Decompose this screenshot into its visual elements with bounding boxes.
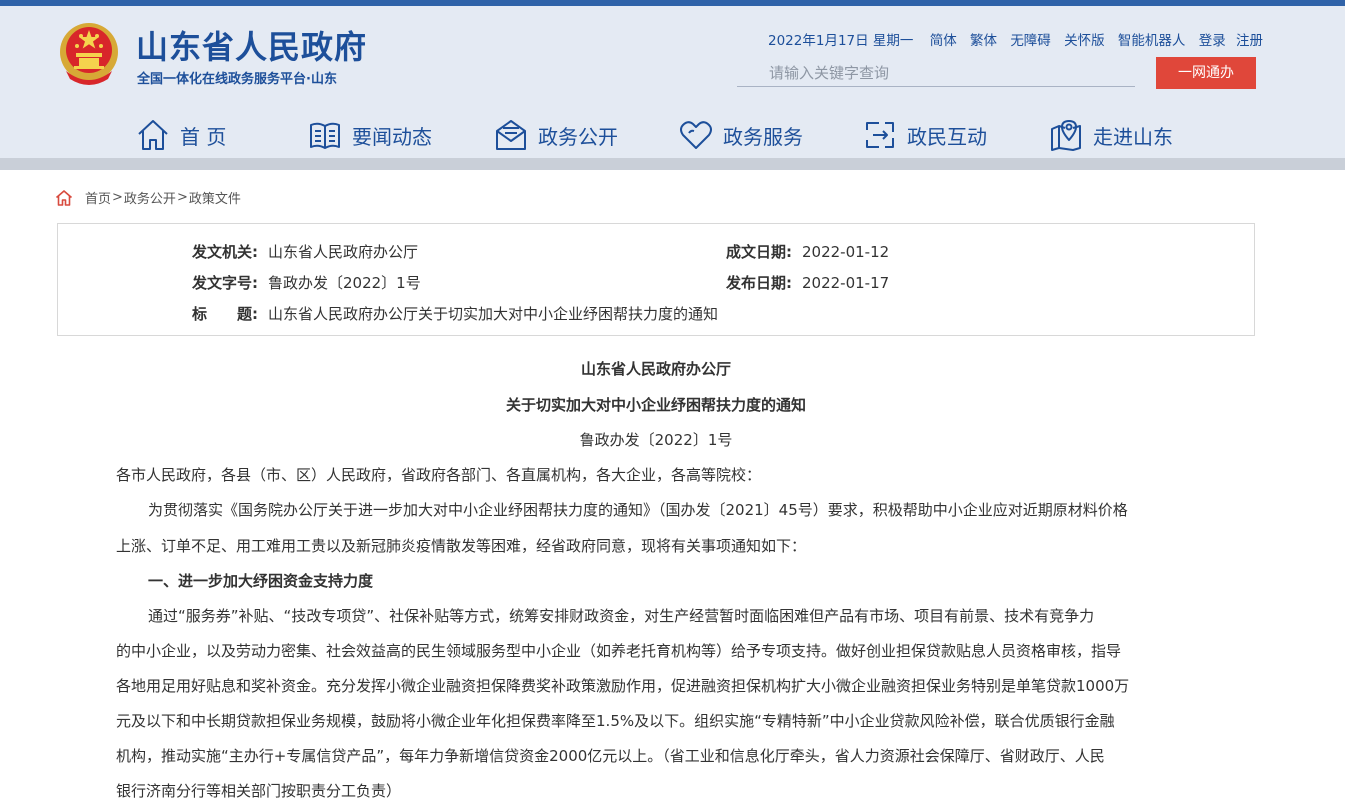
nav-gov-open[interactable]: 政务公开 bbox=[494, 112, 618, 158]
doc-section-heading: 一、进一步加大纾困资金支持力度 bbox=[148, 572, 374, 590]
nav-label: 政民互动 bbox=[907, 124, 987, 149]
doc-paragraph-line: 各地用足用好贴息和奖补资金。充分发挥小微企业融资担保降费奖补政策激励作用，促进融… bbox=[116, 677, 1130, 695]
written-date-row: 成文日期: 2022-01-12 bbox=[726, 241, 889, 262]
doc-paragraph-line: 为贯彻落实《国务院办公厅关于进一步加大对中小企业纾困帮扶力度的通知》（国办发〔2… bbox=[148, 501, 1128, 519]
link-robot[interactable]: 智能机器人 bbox=[1118, 33, 1186, 49]
nav-label: 走进山东 bbox=[1093, 124, 1173, 149]
doc-heading-title: 关于切实加大对中小企业纾困帮扶力度的通知 bbox=[505, 396, 806, 414]
site-title[interactable]: 山东省人民政府 bbox=[136, 22, 367, 68]
issuer-label: 发文机关: bbox=[192, 243, 258, 261]
map-pin-icon bbox=[1051, 120, 1081, 151]
main-nav: 首 页 要闻动态 政务公开 政务服务 政民互动 走进山东 bbox=[0, 112, 1345, 158]
home-icon bbox=[138, 120, 168, 150]
doc-paragraph-line: 的中小企业，以及劳动力密集、社会效益高的民生领域服务型中小企业（如养老托育机构等… bbox=[116, 642, 1122, 660]
doc-paragraph-line: 上涨、订单不足、用工难用工贵以及新冠肺炎疫情散发等困难，经省政府同意，现将有关事… bbox=[116, 537, 807, 555]
docnum-label: 发文字号: bbox=[192, 274, 258, 292]
nav-label: 首 页 bbox=[180, 124, 227, 149]
doc-heading-issuer: 山东省人民政府办公厅 bbox=[580, 360, 731, 378]
doc-paragraph-line: 银行济南分行等相关部门按职责分工负责） bbox=[116, 782, 402, 800]
breadcrumb-home[interactable]: 首页 bbox=[85, 188, 111, 207]
nav-label: 政务服务 bbox=[723, 124, 803, 149]
nav-gov-service[interactable]: 政务服务 bbox=[679, 112, 803, 158]
docnum-row: 发文字号: 鲁政办发〔2022〕1号 bbox=[192, 272, 421, 293]
title-row: 标 题: 山东省人民政府办公厅关于切实加大对中小企业纾困帮扶力度的通知 bbox=[192, 303, 718, 324]
published-date-row: 发布日期: 2022-01-17 bbox=[726, 272, 889, 293]
written-date-label: 成文日期: bbox=[726, 243, 792, 261]
published-date-label: 发布日期: bbox=[726, 274, 792, 292]
title-value: 山东省人民政府办公厅关于切实加大对中小企业纾困帮扶力度的通知 bbox=[268, 305, 719, 323]
nav-label: 政务公开 bbox=[538, 124, 618, 149]
link-login[interactable]: 登录 bbox=[1199, 33, 1226, 49]
title-label: 标 题: bbox=[192, 305, 258, 323]
top-links: 2022年1月17日 星期一 简体 繁体 无障碍 关怀版 智能机器人 登录 注册 bbox=[768, 29, 1272, 49]
nav-shandong[interactable]: 走进山东 bbox=[1049, 112, 1173, 158]
breadcrumb-gov-open[interactable]: 政务公开 bbox=[124, 188, 176, 207]
docnum-value: 鲁政办发〔2022〕1号 bbox=[268, 274, 421, 292]
doc-paragraph-line: 元及以下和中长期贷款担保业务规模，鼓励将小微企业年化担保费率降至1.5%及以下。… bbox=[116, 712, 1115, 730]
breadcrumb-separator: > bbox=[176, 190, 188, 205]
link-register[interactable]: 注册 bbox=[1236, 33, 1263, 49]
link-care-edition[interactable]: 关怀版 bbox=[1064, 33, 1105, 49]
link-accessibility[interactable]: 无障碍 bbox=[1010, 33, 1051, 49]
published-date-value: 2022-01-17 bbox=[802, 274, 890, 292]
heart-icon bbox=[680, 121, 712, 149]
nav-home[interactable]: 首 页 bbox=[136, 112, 226, 158]
issuer-value: 山东省人民政府办公厅 bbox=[268, 243, 419, 261]
written-date-value: 2022-01-12 bbox=[802, 243, 890, 261]
exchange-icon bbox=[866, 122, 894, 148]
breadcrumb: 首页 > 政务公开 > 政策文件 bbox=[55, 188, 241, 207]
header-divider bbox=[0, 158, 1345, 170]
search-input[interactable] bbox=[737, 60, 1135, 87]
nav-interaction[interactable]: 政民互动 bbox=[863, 112, 987, 158]
link-traditional[interactable]: 繁体 bbox=[970, 33, 997, 49]
doc-addressee: 各市人民政府，各县（市、区）人民政府，省政府各部门、各直属机构，各大企业，各高等… bbox=[116, 466, 762, 484]
current-date: 2022年1月17日 星期一 bbox=[768, 33, 914, 49]
issuer-row: 发文机关: 山东省人民政府办公厅 bbox=[192, 241, 418, 262]
breadcrumb-policy-docs[interactable]: 政策文件 bbox=[189, 188, 241, 207]
book-icon bbox=[310, 122, 340, 149]
doc-paragraph-line: 机构，推动实施“主办行+专属信贷产品”，每年力争新增信贷资金2000亿元以上。（… bbox=[116, 747, 1105, 765]
doc-paragraph-line: 通过“服务券”补贴、“技改专项贷”、社保补贴等方式，统筹安排财政资金，对生产经营… bbox=[148, 607, 1095, 625]
doc-number: 鲁政办发〔2022〕1号 bbox=[579, 431, 733, 449]
search-button[interactable]: 一网通办 bbox=[1156, 57, 1256, 89]
site-subtitle: 全国一体化在线政务服务平台·山东 bbox=[137, 72, 337, 87]
nav-news[interactable]: 要闻动态 bbox=[308, 112, 432, 158]
breadcrumb-separator: > bbox=[112, 190, 123, 205]
link-simplified[interactable]: 简体 bbox=[930, 33, 957, 49]
nav-label: 要闻动态 bbox=[352, 124, 432, 149]
national-emblem-icon bbox=[60, 23, 118, 85]
envelope-icon bbox=[496, 120, 526, 150]
home-icon[interactable] bbox=[55, 189, 73, 207]
